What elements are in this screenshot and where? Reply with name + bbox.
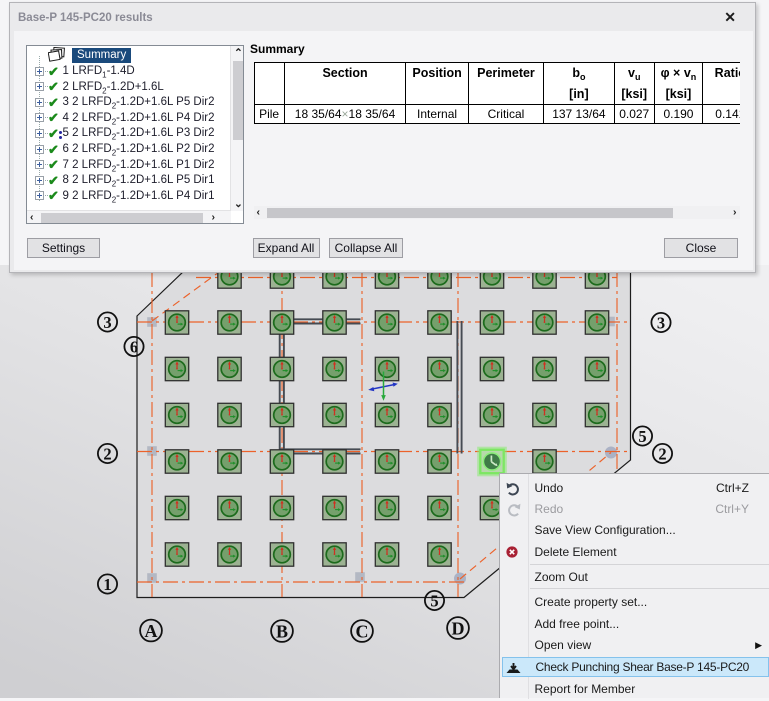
- svg-text:C: C: [356, 621, 369, 641]
- svg-text:3: 3: [657, 313, 665, 332]
- svg-text:2: 2: [658, 444, 666, 463]
- svg-text:3: 3: [103, 313, 111, 332]
- svg-text:5: 5: [430, 591, 438, 610]
- svg-text:6: 6: [130, 337, 138, 356]
- svg-text:1: 1: [103, 575, 111, 594]
- svg-text:2: 2: [103, 444, 111, 463]
- svg-text:D: D: [452, 618, 465, 638]
- svg-text:B: B: [276, 621, 288, 641]
- svg-text:A: A: [145, 621, 158, 641]
- svg-text:5: 5: [638, 427, 646, 446]
